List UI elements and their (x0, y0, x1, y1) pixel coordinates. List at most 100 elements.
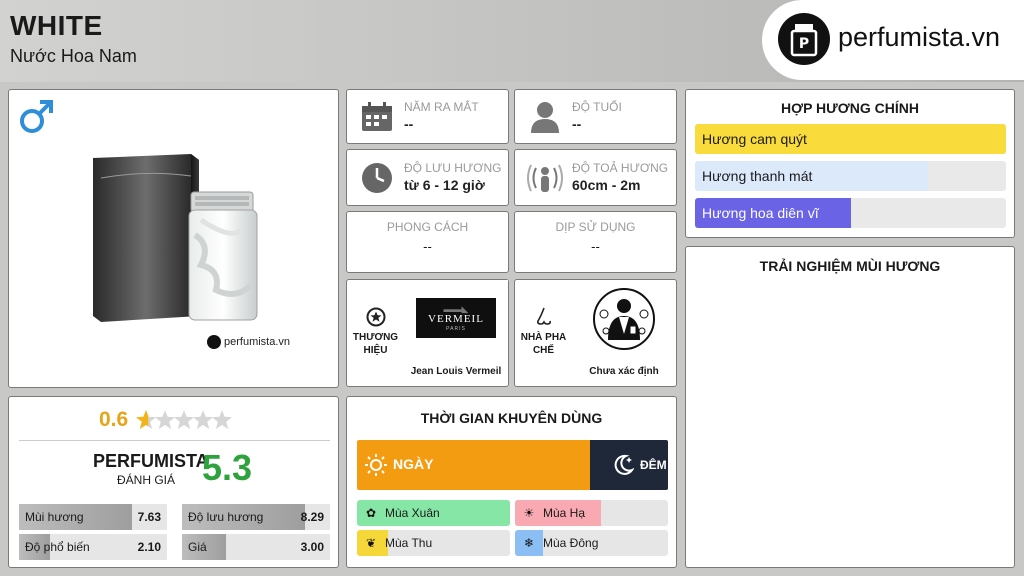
stat-value: 8.29 (300, 510, 324, 524)
accord-label: Hương thanh mát (702, 168, 813, 184)
stat-value: 2.10 (137, 540, 161, 554)
day-night-bar: NGÀY ĐÊM (357, 440, 668, 490)
perfumer-label-line2: CHẾ (532, 345, 555, 356)
style-value: -- (423, 239, 432, 254)
brand-name: Jean Louis Vermeil (410, 366, 502, 377)
season-label: Mùa Thu (385, 536, 433, 550)
stat-label: Độ lưu hương (188, 510, 264, 524)
stat-value: 3.00 (300, 540, 324, 554)
day-label: NGÀY (393, 456, 434, 472)
info-occasion: DỊP SỬ DỤNG -- (514, 211, 677, 273)
day-segment: NGÀY (357, 440, 590, 490)
accords-title: HỢP HƯƠNG CHÍNH (781, 100, 919, 116)
release-year-value: -- (404, 116, 414, 132)
info-longevity: ĐỘ LƯU HƯƠNG từ 6 - 12 giờ (346, 149, 509, 206)
age-value: -- (572, 116, 582, 132)
stat-bar: Độ lưu hương 8.29 (182, 504, 330, 530)
rating-score: 0.6 (99, 408, 129, 431)
longevity-label: ĐỘ LƯU HƯƠNG (404, 161, 502, 175)
season-bar: ❄ Mùa Đông (515, 530, 668, 556)
moon-icon (612, 454, 635, 481)
style-label: PHONG CÁCH (386, 220, 469, 234)
nose-icon (534, 306, 554, 333)
stat-bar: Độ phổ biến 2.10 (19, 534, 167, 560)
stat-label: Mùi hương (25, 510, 84, 524)
logo-icon: P (778, 13, 830, 65)
age-label: ĐỘ TUỔI (572, 100, 622, 114)
brand-logo-area: ▬▬◣ VERMEIL PARIS (404, 280, 508, 358)
accord-bar: Hương thanh mát (695, 161, 1006, 191)
stat-label: Độ phổ biến (25, 540, 90, 554)
accord-bar: Hương cam quýt (695, 124, 1006, 154)
star-badge-icon (366, 307, 386, 332)
info-age: ĐỘ TUỔI -- (514, 89, 677, 144)
stat-bar: Giá 3.00 (182, 534, 330, 560)
stat-label: Giá (188, 540, 207, 554)
watermark-text: perfumista.vn (224, 335, 291, 348)
page-title: WHITE (10, 10, 103, 41)
stat-bar: Mùi hương 7.63 (19, 504, 167, 530)
product-panel: perfumista.vn (8, 89, 339, 388)
sun-icon: ☀ (520, 504, 538, 522)
brand-logo-text: VERMEIL (428, 313, 484, 325)
time-title: THỜI GIAN KHUYÊN DÙNG (420, 410, 603, 426)
time-panel: THỜI GIAN KHUYÊN DÙNG NGÀY ĐÊM ✿ Mùa Xuân… (346, 396, 677, 568)
perfumer-label-line1: NHÀ PHA (520, 332, 567, 343)
svg-text:P: P (799, 36, 809, 52)
perfumer-avatar (592, 286, 656, 357)
season-bar: ☀ Mùa Hạ (515, 500, 668, 526)
star-rating[interactable] (135, 409, 255, 431)
male-icon (17, 96, 57, 141)
overall-score: 5.3 (202, 447, 253, 488)
accord-label: Hương cam quýt (702, 131, 807, 147)
sillage-label: ĐỘ TOẢ HƯƠNG (572, 161, 669, 175)
season-bar: ❦ Mùa Thu (357, 530, 510, 556)
brand-card[interactable]: THƯƠNG HIỆU ▬▬◣ VERMEIL PARIS Jean Louis… (346, 279, 509, 387)
flower-icon: ✿ (362, 504, 380, 522)
info-sillage: ĐỘ TOẢ HƯƠNG 60cm - 2m (514, 149, 677, 206)
season-label: Mùa Hạ (543, 506, 586, 520)
info-release-year: NĂM RA MẮT -- (346, 89, 509, 144)
calendar-icon (361, 102, 393, 137)
stat-value: 7.63 (137, 510, 161, 524)
sillage-icon (527, 162, 563, 199)
brand-logo: ▬▬◣ VERMEIL PARIS (416, 298, 496, 338)
brand-logo-sub: PARIS (446, 326, 466, 332)
watermark: perfumista.vn (207, 335, 290, 349)
snowflake-icon: ❄ (520, 534, 538, 552)
site-logo[interactable]: P perfumista.vn (762, 0, 1024, 80)
perfumer-name: Chưa xác định (589, 366, 659, 377)
longevity-value: từ 6 - 12 giờ (404, 177, 485, 193)
brand-label-col: THƯƠNG HIỆU (347, 280, 404, 386)
rating-panel: 0.6 PERFUMISTA ĐÁNH GIÁ 5.3 Mùi hương 7.6… (8, 396, 339, 568)
logo-text: perfumista.vn (838, 22, 1001, 52)
night-segment: ĐÊM (590, 440, 668, 490)
perfumista-brand: PERFUMISTA (93, 451, 209, 471)
watermark-logo-icon (207, 335, 221, 349)
occasion-label: DỊP SỬ DỤNG (555, 220, 636, 234)
experience-panel: TRẢI NGHIỆM MÙI HƯƠNG (685, 246, 1015, 568)
season-label: Mùa Xuân (385, 506, 440, 520)
product-image (91, 150, 261, 335)
person-icon (529, 100, 561, 139)
leaf-icon: ❦ (362, 534, 380, 552)
brand-label-line2: HIỆU (363, 345, 388, 356)
season-bar: ✿ Mùa Xuân (357, 500, 510, 526)
sun-icon (365, 454, 387, 481)
perfumer-card[interactable]: NHÀ PHA CHẾ Chưa xác định (514, 279, 677, 387)
night-label: ĐÊM (640, 458, 667, 472)
season-label: Mùa Đông (543, 536, 599, 550)
info-style: PHONG CÁCH -- (346, 211, 509, 273)
experience-title: TRẢI NGHIỆM MÙI HƯƠNG (759, 258, 941, 274)
release-year-label: NĂM RA MẮT (404, 100, 479, 114)
accords-panel: HỢP HƯƠNG CHÍNH Hương cam quýt Hương than… (685, 89, 1015, 238)
perfumer-image-area (572, 280, 676, 358)
perfumista-sub: ĐÁNH GIÁ (117, 473, 176, 487)
star-icon[interactable] (211, 409, 233, 431)
brand-label-line1: THƯƠNG (352, 332, 399, 343)
accord-label: Hương hoa diên vĩ (702, 205, 819, 221)
page-subtitle: Nước Hoa Nam (10, 46, 137, 66)
accord-bar: Hương hoa diên vĩ (695, 198, 1006, 228)
perfumer-label-col: NHÀ PHA CHẾ (515, 280, 572, 386)
sillage-value: 60cm - 2m (572, 177, 641, 193)
